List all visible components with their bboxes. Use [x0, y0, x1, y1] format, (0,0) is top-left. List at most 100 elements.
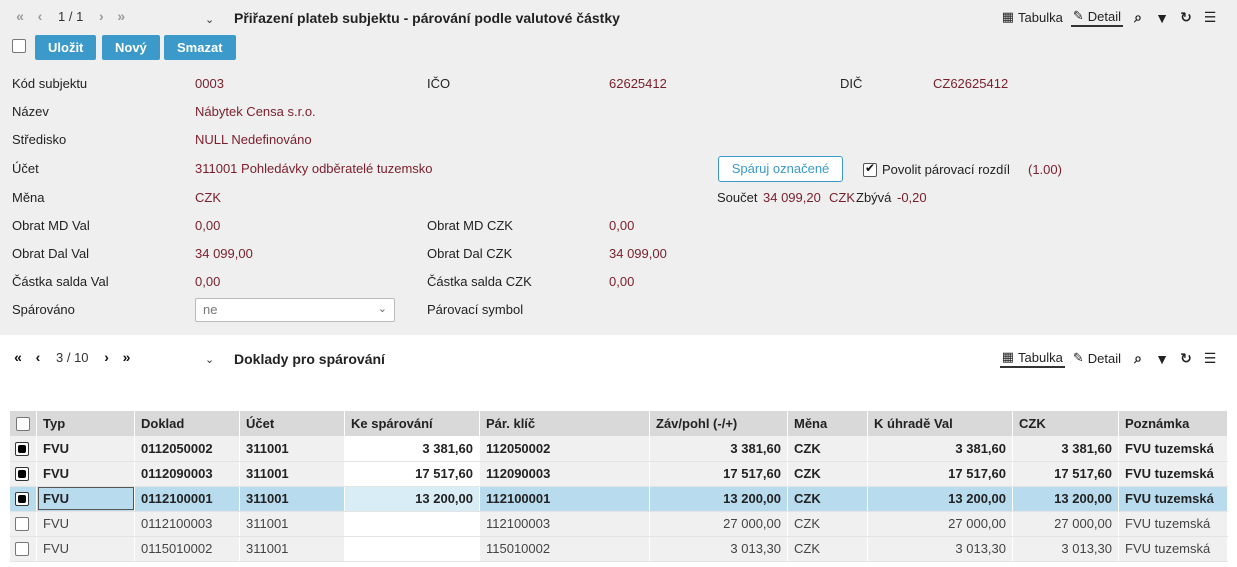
cell-poznamka: FVU tuzemská	[1118, 486, 1228, 512]
refresh-icon[interactable]: ↻	[1177, 9, 1195, 26]
cell-mena: CZK	[787, 486, 868, 512]
cell-ucet: 311001	[239, 511, 345, 537]
cell-ucet: 311001	[239, 461, 345, 487]
prev-page-icon[interactable]: ‹	[28, 349, 48, 365]
row-checkbox[interactable]	[15, 442, 29, 457]
refresh-icon[interactable]: ↻	[1177, 350, 1195, 367]
zbyva-value: -0,20	[897, 190, 927, 205]
page-title: Přiřazení plateb subjektu - párování pod…	[234, 10, 620, 26]
column-header[interactable]: Pár. klíč	[479, 411, 650, 436]
cell-doklad: 0112100003	[134, 511, 240, 537]
table-row-selected[interactable]: FVU 0112100001 311001 13 200,00 11210000…	[10, 486, 1228, 512]
mena-value[interactable]: CZK	[195, 190, 221, 205]
next-record-icon[interactable]: ›	[91, 8, 111, 24]
stredisko-value[interactable]: NULL Nedefinováno	[195, 132, 312, 147]
cell-par-klic: 112050002	[479, 436, 650, 462]
cell-k-uhrade-val: 3 381,60	[867, 436, 1013, 462]
documents-view-table-button[interactable]: ▦ Tabulka	[999, 349, 1065, 368]
column-header[interactable]: Ke spárování	[344, 411, 480, 436]
menu-icon[interactable]: ☰	[1201, 350, 1219, 367]
ucet-value[interactable]: 311001 Pohledávky odběratelé tuzemsko	[195, 161, 433, 176]
column-header[interactable]: Doklad	[134, 411, 240, 436]
column-header[interactable]: Účet	[239, 411, 345, 436]
row-checkbox[interactable]	[15, 542, 29, 557]
view-detail-button[interactable]: ✎ Detail	[1070, 8, 1123, 27]
new-button[interactable]: Nový	[102, 35, 160, 60]
cell-par-klic: 112090003	[479, 461, 650, 487]
cell-typ: FVU	[36, 536, 135, 562]
ico-value[interactable]: 62625412	[609, 76, 667, 91]
cell-ke-sparovani[interactable]	[344, 536, 480, 562]
soucet-currency: CZK	[829, 190, 855, 205]
dic-value[interactable]: CZ62625412	[933, 76, 1008, 91]
row-checkbox[interactable]	[15, 467, 29, 482]
filter-icon[interactable]: ▼	[1153, 10, 1171, 26]
pair-selected-button[interactable]: Spáruj označené	[718, 156, 843, 182]
cell-ucet: 311001	[239, 486, 345, 512]
cell-czk: 27 000,00	[1012, 511, 1119, 537]
obrat-md-czk-label: Obrat MD CZK	[427, 218, 513, 233]
column-header[interactable]: Měna	[787, 411, 868, 436]
column-header[interactable]: Typ	[36, 411, 135, 436]
kod-value[interactable]: 0003	[195, 76, 224, 91]
cell-poznamka: FVU tuzemská	[1118, 536, 1228, 562]
row-checkbox[interactable]	[15, 517, 29, 532]
column-header[interactable]: CZK	[1012, 411, 1119, 436]
table-row[interactable]: FVU 0112090003 311001 17 517,60 11209000…	[10, 461, 1228, 487]
column-header[interactable]: Poznámka	[1118, 411, 1228, 436]
cell-k-uhrade-val: 3 013,30	[867, 536, 1013, 562]
documents-view-detail-button[interactable]: ✎ Detail	[1071, 350, 1123, 367]
cell-ke-sparovani[interactable]: 13 200,00	[344, 486, 480, 512]
cell-ucet: 311001	[239, 436, 345, 462]
table-row[interactable]: FVU 0115010002 311001 115010002 3 013,30…	[10, 536, 1228, 562]
cell-k-uhrade-val: 13 200,00	[867, 486, 1013, 512]
zbyva-label: Zbývá	[856, 190, 892, 205]
cell-ucet: 311001	[239, 536, 345, 562]
row-checkbox[interactable]	[15, 492, 29, 507]
record-nav: « ‹ 1 / 1 › »	[10, 8, 131, 24]
cell-czk: 13 200,00	[1012, 486, 1119, 512]
filter-icon[interactable]: ▼	[1153, 351, 1171, 367]
first-record-icon[interactable]: «	[10, 8, 30, 24]
cell-ke-sparovani[interactable]: 17 517,60	[344, 461, 480, 487]
prev-record-icon[interactable]: ‹	[30, 8, 50, 24]
view-table-button[interactable]: ▦ Tabulka	[1000, 9, 1065, 26]
cell-typ: FVU	[36, 461, 135, 487]
sparovano-select[interactable]: ne ⌄	[195, 298, 395, 322]
cell-ke-sparovani[interactable]	[344, 511, 480, 537]
first-page-icon[interactable]: «	[8, 349, 28, 365]
cell-typ: FVU	[36, 511, 135, 537]
search-icon[interactable]: ⌕	[1129, 9, 1147, 26]
documents-title: Doklady pro spárování	[234, 351, 385, 367]
edit-icon: ✎	[1072, 8, 1084, 23]
cell-doklad: 0112100001	[134, 486, 240, 512]
allow-difference-checkbox[interactable]	[863, 161, 877, 177]
table-icon: ▦	[1001, 349, 1015, 364]
delete-button[interactable]: Smazat	[164, 35, 236, 60]
save-button[interactable]: Uložit	[35, 35, 97, 60]
cell-par-klic: 112100003	[479, 511, 650, 537]
menu-icon[interactable]: ☰	[1201, 9, 1219, 26]
nazev-label: Název	[12, 104, 49, 119]
next-page-icon[interactable]: ›	[97, 349, 117, 365]
column-header[interactable]: Záv/pohl (-/+)	[649, 411, 788, 436]
select-all-checkbox[interactable]	[16, 417, 30, 432]
cell-zav-pohl: 13 200,00	[649, 486, 788, 512]
column-header[interactable]: K úhradě Val	[867, 411, 1013, 436]
documents-collapse-icon[interactable]: ⌄	[205, 353, 214, 366]
table-icon: ▦	[1001, 9, 1015, 24]
nazev-value[interactable]: Nábytek Censa s.r.o.	[195, 104, 316, 119]
collapse-icon[interactable]: ⌄	[205, 13, 214, 26]
last-record-icon[interactable]: »	[111, 8, 131, 24]
search-icon[interactable]: ⌕	[1129, 350, 1147, 367]
table-row[interactable]: FVU 0112050002 311001 3 381,60 112050002…	[10, 436, 1228, 462]
select-record-checkbox[interactable]	[12, 39, 26, 53]
documents-view-toolbar: ▦ Tabulka ✎ Detail ⌕ ▼ ↻ ☰	[999, 349, 1219, 368]
cell-zav-pohl: 3 381,60	[649, 436, 788, 462]
cell-ke-sparovani[interactable]: 3 381,60	[344, 436, 480, 462]
soucet-value: 34 099,20	[763, 190, 821, 205]
castka-salda-val-label: Částka salda Val	[12, 274, 109, 289]
table-row[interactable]: FVU 0112100003 311001 112100003 27 000,0…	[10, 511, 1228, 537]
last-page-icon[interactable]: »	[117, 349, 137, 365]
cell-zav-pohl: 3 013,30	[649, 536, 788, 562]
